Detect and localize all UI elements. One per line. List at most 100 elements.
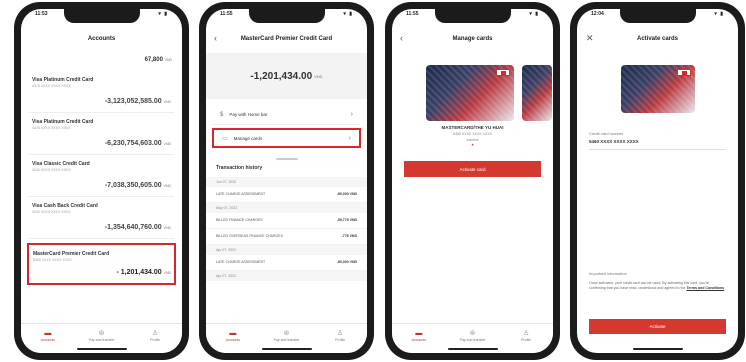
tab-label: Pay and transfer xyxy=(459,338,486,342)
transaction-row[interactable]: BILLED FINANCE CHARGES -59,778 VND xyxy=(206,213,367,229)
tab-pay-transfer[interactable]: ⊛ Pay and transfer xyxy=(452,330,492,342)
card-image[interactable] xyxy=(426,65,514,121)
tab-profile[interactable]: ♙ Profile xyxy=(135,330,175,342)
transaction-amount: -80,000 VND xyxy=(336,192,357,196)
home-indicator xyxy=(447,348,498,350)
terms-link[interactable]: Terms and Conditions xyxy=(687,286,725,290)
activate-button[interactable]: Activate xyxy=(589,319,726,334)
terms-text: Once activated, your credit card can be … xyxy=(589,281,726,291)
account-number: 5460 XXXX XXXX XXXX xyxy=(33,258,72,262)
transaction-amount: -59,778 VND xyxy=(336,218,357,222)
card-icon: ▭ xyxy=(222,135,228,142)
home-indicator xyxy=(632,348,683,350)
account-balance: -7,038,350,605.00 VND xyxy=(105,182,171,189)
card-number-field[interactable]: 5460 XXXX XXXX XXXX xyxy=(589,139,639,144)
status-time: 11:53 xyxy=(35,11,48,17)
gear-icon: ⊛ xyxy=(469,330,476,337)
account-balance: - 1,201,434.00 VND xyxy=(117,269,172,276)
screenshot-stage: 11:53 ▾ ▮ Accounts 67,800 VND Visa Plati… xyxy=(0,0,746,362)
back-arrow-icon[interactable]: ‹ xyxy=(214,33,217,43)
tab-pay-transfer[interactable]: ⊛ Pay and transfer xyxy=(81,330,121,342)
chevron-right-icon: › xyxy=(350,111,353,118)
sheet-grabber[interactable] xyxy=(275,158,298,160)
account-item[interactable]: Visa Platinum Credit Card 4376 XXXX XXXX… xyxy=(29,71,174,113)
account-item[interactable]: Visa Platinum Credit Card 4376 XXXX XXXX… xyxy=(29,113,174,155)
phone-card-detail: 11:55 ▾ ▮ ‹ MasterCard Premier Credit Ca… xyxy=(199,2,374,360)
phone-screen: 12:04 ▾ ▮ ✕ Activate cards Credit card n… xyxy=(577,9,738,353)
account-name: Visa Cash Back Credit Card xyxy=(32,203,98,209)
notch xyxy=(434,9,511,23)
phone-manage-cards: 11:55 ▾ ▮ ‹ Manage cards MASTERCARD/THE … xyxy=(385,2,560,360)
tab-label: Accounts xyxy=(225,338,241,342)
field-underline xyxy=(589,149,726,150)
briefcase-icon: ▬ xyxy=(44,330,52,337)
signal-battery-icon: ▾ ▮ xyxy=(529,11,539,17)
back-arrow-icon[interactable]: ‹ xyxy=(400,33,403,43)
activate-card-button[interactable]: Activate card xyxy=(404,161,541,177)
transaction-desc: LATE CHARGE ASSESSMENT xyxy=(216,260,266,264)
transaction-row[interactable]: LATE CHARGE ASSESSMENT -80,000 VND xyxy=(206,255,367,271)
account-item[interactable]: Visa Cash Back Credit Card 4242 XXXX XXX… xyxy=(29,197,174,239)
transaction-row[interactable]: LATE CHARGE ASSESSMENT -80,000 VND xyxy=(206,187,367,203)
status-time: 11:55 xyxy=(406,11,419,17)
card-holder: MASTERCARD/THE YU HUAI xyxy=(441,125,504,130)
page-title: Manage cards xyxy=(452,36,493,42)
transaction-row[interactable]: BILLED OVERSEAS FINANCE CHARGES -778 VND xyxy=(206,229,367,245)
account-name: Visa Platinum Credit Card xyxy=(32,77,94,83)
briefcase-icon: ▬ xyxy=(229,330,237,337)
account-number: 4376 XXXX XXXX XXXX xyxy=(32,84,71,88)
balance-currency: VND xyxy=(163,271,171,275)
card-image xyxy=(621,65,695,113)
account-item-highlighted[interactable]: MasterCard Premier Credit Card 5460 XXXX… xyxy=(27,243,176,285)
balance-currency: VND xyxy=(163,226,171,230)
notch xyxy=(619,9,696,23)
notch xyxy=(248,9,325,23)
total-balance: 67,800 VND xyxy=(21,53,182,71)
total-amount: 67,800 xyxy=(144,57,163,63)
account-number: 4242 XXXX XXXX XXXX xyxy=(32,168,71,172)
action-label: Manage cards xyxy=(233,135,263,141)
tab-profile[interactable]: ♙ Profile xyxy=(320,330,360,342)
next-card-image[interactable] xyxy=(522,65,552,121)
pay-action-row[interactable]: $ Pay with Home bar › xyxy=(212,105,361,125)
close-icon[interactable]: ✕ xyxy=(586,33,594,44)
page-title: Accounts xyxy=(87,36,116,42)
transaction-amount: -80,000 VND xyxy=(336,260,357,264)
tab-profile[interactable]: ♙ Profile xyxy=(506,330,546,342)
tab-accounts[interactable]: ▬ Accounts xyxy=(28,330,68,342)
transaction-date: May 07, 2022 xyxy=(206,203,367,213)
home-indicator xyxy=(261,348,312,350)
section-title: Important information xyxy=(589,271,627,276)
person-icon: ♙ xyxy=(523,330,530,337)
phone-activate-cards: 12:04 ▾ ▮ ✕ Activate cards Credit card n… xyxy=(570,2,745,360)
transaction-desc: LATE CHARGE ASSESSMENT xyxy=(216,192,266,196)
balance-panel: -1,201,434.00 VND xyxy=(206,53,367,99)
tab-pay-transfer[interactable]: ⊛ Pay and transfer xyxy=(266,330,306,342)
account-name: Visa Platinum Credit Card xyxy=(32,119,94,125)
page-title: Activate cards xyxy=(636,36,679,42)
balance-currency: VND xyxy=(163,100,171,104)
home-indicator xyxy=(76,348,127,350)
balance-currency: VND xyxy=(163,142,171,146)
account-balance: -1,354,640,760.00 VND xyxy=(105,224,171,231)
status-time: 12:04 xyxy=(591,11,604,17)
transaction-date: Apr 07, 2022 xyxy=(206,271,367,281)
tab-accounts[interactable]: ▬ Accounts xyxy=(213,330,253,342)
bank-logo-icon xyxy=(677,69,691,76)
account-balance: -6,230,754,603.00 VND xyxy=(105,140,171,147)
total-currency: VND xyxy=(164,58,172,62)
header: ‹ MasterCard Premier Credit Card 5460 XX… xyxy=(206,25,367,57)
card-pattern xyxy=(522,65,552,121)
account-item[interactable]: Visa Classic Credit Card 4242 XXXX XXXX … xyxy=(29,155,174,197)
account-number: 4242 XXXX XXXX XXXX xyxy=(32,210,71,214)
transaction-amount: -778 VND xyxy=(341,234,357,238)
balance-amount: -7,038,350,605.00 xyxy=(104,182,162,189)
accounts-list: 67,800 VND Visa Platinum Credit Card 437… xyxy=(21,53,182,285)
signal-battery-icon: ▾ ▮ xyxy=(158,11,168,17)
header: ‹ Manage cards xyxy=(392,25,553,53)
tab-label: Profile xyxy=(150,338,161,342)
balance-amount: -6,230,754,603.00 xyxy=(104,140,162,147)
tab-accounts[interactable]: ▬ Accounts xyxy=(399,330,439,342)
manage-cards-row[interactable]: ▭ Manage cards › xyxy=(212,128,361,148)
header: ✕ Activate cards xyxy=(577,25,738,53)
